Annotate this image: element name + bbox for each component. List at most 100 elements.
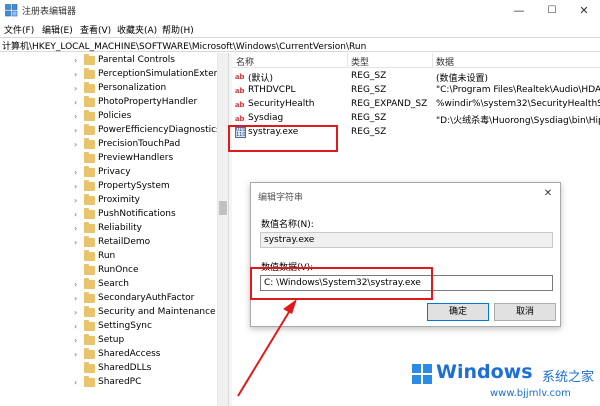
chevron-right-icon[interactable]: › xyxy=(74,182,82,192)
column-data-header[interactable]: 数据 xyxy=(436,55,454,68)
chevron-right-icon[interactable]: › xyxy=(74,294,82,304)
chevron-right-icon[interactable]: › xyxy=(74,280,82,290)
dialog-close-icon[interactable]: ✕ xyxy=(541,187,555,201)
tree-item[interactable]: › Security and Maintenance xyxy=(0,306,218,320)
tree-item-label: PreviewHandlers xyxy=(98,153,174,163)
tree-item[interactable]: › PhotoPropertyHandler xyxy=(0,96,218,110)
tree-item[interactable]: › PrecisionTouchPad xyxy=(0,138,218,152)
string-value-icon: ab xyxy=(235,100,245,109)
chevron-right-icon[interactable]: › xyxy=(74,196,82,206)
tree-item[interactable]: › Personalization xyxy=(0,82,218,96)
tree-item[interactable]: › Reliability xyxy=(0,222,218,236)
maximize-button[interactable]: ☐ xyxy=(536,0,568,21)
tree-item[interactable]: › SettingSync xyxy=(0,320,218,334)
tree-item-label: SharedDLLs xyxy=(98,363,152,373)
value-row[interactable]: ab (默认) REG_SZ (数值未设置) xyxy=(232,70,600,84)
tree-item[interactable]: › PropertySystem xyxy=(0,180,218,194)
tree-item[interactable]: › RetailDemo xyxy=(0,236,218,250)
value-row[interactable]: ab RTHDVCPL REG_SZ "C:\Program Files\Realte… xyxy=(232,84,600,98)
title-bar: 注册表编辑器 — ☐ ✕ xyxy=(0,0,600,21)
column-separator[interactable] xyxy=(432,53,433,68)
folder-icon xyxy=(84,222,95,233)
address-bar[interactable]: 计算机\HKEY_LOCAL_MACHINE\SOFTWARE\Microsof… xyxy=(0,37,600,52)
chevron-right-icon[interactable]: › xyxy=(74,126,82,136)
cancel-button[interactable]: 取消 xyxy=(494,303,556,321)
folder-icon xyxy=(84,264,95,275)
folder-icon xyxy=(84,138,95,149)
tree-item[interactable]: PreviewHandlers xyxy=(0,152,218,166)
tree-item[interactable]: › SharedPC xyxy=(0,376,218,390)
chevron-right-icon[interactable]: › xyxy=(74,70,82,80)
tree-item[interactable]: › PushNotifications xyxy=(0,208,218,222)
value-row[interactable]: ab Sysdiag REG_SZ "D:\火绒杀毒\Huorong\Sysdiag\… xyxy=(232,112,600,126)
chevron-right-icon[interactable]: › xyxy=(74,112,82,122)
folder-icon xyxy=(84,278,95,289)
tree-scrollbar-thumb[interactable] xyxy=(219,201,227,215)
chevron-right-icon[interactable]: › xyxy=(74,238,82,248)
chevron-right-icon[interactable]: › xyxy=(74,56,82,66)
close-button[interactable]: ✕ xyxy=(568,0,600,21)
value-data: "D:\火绒杀毒\Huorong\Sysdiag\bin\Hips xyxy=(436,116,600,126)
menu-help[interactable]: 帮助(H) xyxy=(162,23,194,36)
menu-file[interactable]: 文件(F) xyxy=(4,23,34,36)
chevron-right-icon[interactable]: › xyxy=(74,168,82,178)
menu-favorites[interactable]: 收藏夹(A) xyxy=(117,23,157,36)
tree-item[interactable]: › SharedAccess xyxy=(0,348,218,362)
folder-icon xyxy=(84,68,95,79)
highlight-box-data xyxy=(250,267,433,300)
tree-item-label: Personalization xyxy=(98,83,167,93)
tree-item-label: Security and Maintenance xyxy=(98,307,216,317)
value-type: REG_SZ xyxy=(351,71,387,81)
tree-item[interactable]: › Policies xyxy=(0,110,218,124)
tree-item[interactable]: › Search xyxy=(0,278,218,292)
tree-item[interactable]: › SecondaryAuthFactor xyxy=(0,292,218,306)
menu-view[interactable]: 查看(V) xyxy=(80,23,111,36)
chevron-right-icon[interactable]: › xyxy=(74,308,82,318)
chevron-right-icon[interactable]: › xyxy=(74,84,82,94)
chevron-right-icon[interactable]: › xyxy=(74,350,82,360)
tree-item[interactable]: › Setup xyxy=(0,334,218,348)
tree-scrollbar[interactable] xyxy=(217,53,228,406)
ok-button[interactable]: 确定 xyxy=(427,303,489,321)
chevron-right-icon[interactable]: › xyxy=(74,98,82,108)
tree-item[interactable]: SharedDLLs xyxy=(0,362,218,376)
value-type: REG_SZ xyxy=(351,127,387,137)
tree-item[interactable]: Run xyxy=(0,250,218,264)
edit-string-dialog: 编辑字符串 ✕ 数值名称(N): systray.exe 数值数据(V): C:… xyxy=(250,182,561,327)
tree-item[interactable]: › PerceptionSimulationExtensio xyxy=(0,68,228,82)
list-header: 名称 类型 数据 xyxy=(232,53,600,68)
string-value-icon: ab xyxy=(235,72,245,81)
tree-item[interactable]: › Parental Controls xyxy=(0,54,218,68)
window-title: 注册表编辑器 xyxy=(22,7,77,17)
chevron-right-icon[interactable]: › xyxy=(74,322,82,332)
watermark-site-name: 系统之家 xyxy=(542,370,595,385)
chevron-right-icon[interactable]: › xyxy=(74,336,82,346)
value-type: REG_EXPAND_SZ xyxy=(351,99,428,109)
chevron-right-icon[interactable]: › xyxy=(74,224,82,234)
tree-item[interactable]: › Proximity xyxy=(0,194,218,208)
folder-icon xyxy=(84,376,95,387)
tree-item-label: Run xyxy=(98,251,116,261)
tree-item-label: Reliability xyxy=(98,223,142,233)
tree-item-label: Setup xyxy=(98,335,125,345)
value-row[interactable]: ab SecurityHealth REG_EXPAND_SZ %windir%\sy… xyxy=(232,98,600,112)
value-data: "C:\Program Files\Realtek\Audio\HDA\R xyxy=(436,85,600,95)
chevron-right-icon[interactable]: › xyxy=(74,378,82,388)
column-name-header[interactable]: 名称 xyxy=(236,55,254,68)
chevron-right-icon[interactable]: › xyxy=(74,140,82,150)
tree-item-label: SecondaryAuthFactor xyxy=(98,293,195,303)
tree-item-label: Privacy xyxy=(98,167,131,177)
watermark: Windows 系统之家 www.bjjmlv.com xyxy=(410,358,598,404)
column-separator[interactable] xyxy=(347,53,348,68)
tree-item-label: PropertySystem xyxy=(98,181,170,191)
tree-item[interactable]: RunOnce xyxy=(0,264,218,278)
key-tree: › Parental Controls › PerceptionSimulationE… xyxy=(0,53,228,406)
folder-icon xyxy=(84,194,95,205)
tree-item[interactable]: › PowerEfficiencyDiagnostics xyxy=(0,124,221,138)
folder-icon xyxy=(84,320,95,331)
menu-edit[interactable]: 编辑(E) xyxy=(42,23,73,36)
chevron-right-icon[interactable]: › xyxy=(74,210,82,220)
column-type-header[interactable]: 类型 xyxy=(351,55,369,68)
minimize-button[interactable]: — xyxy=(503,0,535,21)
tree-item[interactable]: › Privacy xyxy=(0,166,218,180)
